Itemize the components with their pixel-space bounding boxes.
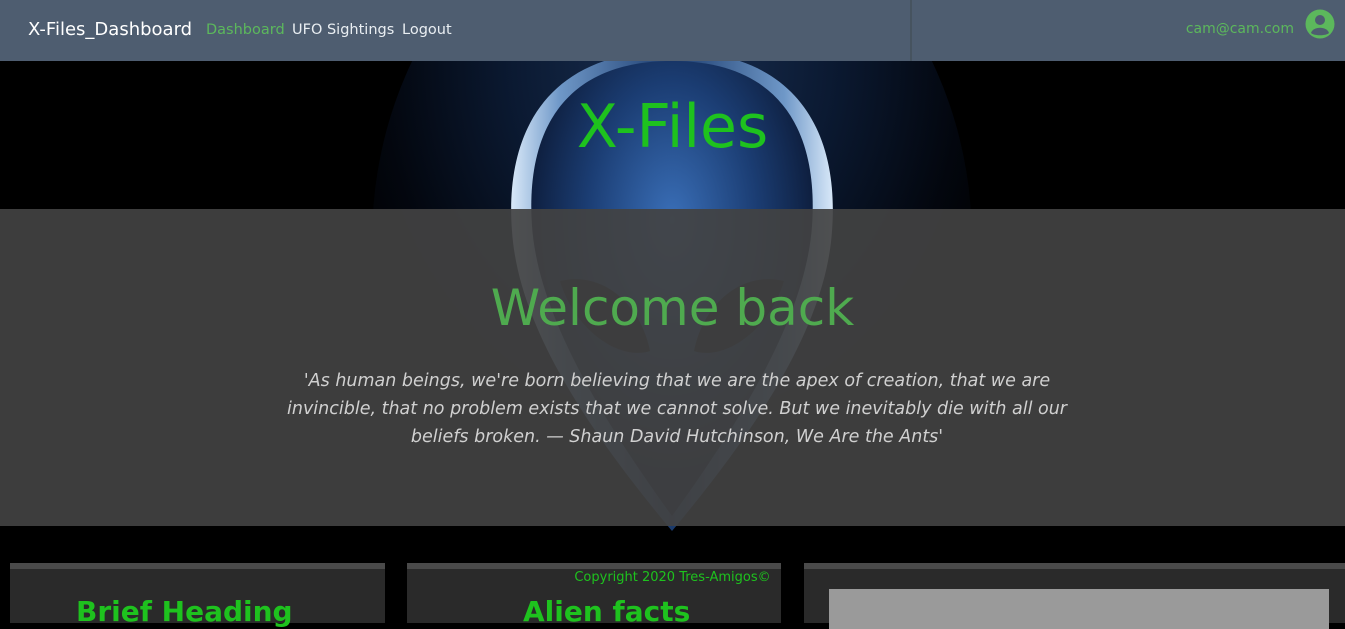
card-image xyxy=(829,589,1329,629)
welcome-title: Welcome back xyxy=(490,279,855,337)
site-title: X-Files xyxy=(576,92,769,162)
user-email[interactable]: cam@cam.com xyxy=(1186,21,1294,37)
nav-link-dashboard[interactable]: Dashboard xyxy=(206,22,285,38)
nav-link-logout[interactable]: Logout xyxy=(402,22,452,38)
welcome-quote: 'As human beings, we're born believing t… xyxy=(287,371,1067,447)
navbar: X-Files_Dashboard Dashboard UFO Sighting… xyxy=(0,0,1345,61)
card-heading: Alien facts xyxy=(523,595,691,628)
brand-link[interactable]: X-Files_Dashboard xyxy=(28,19,192,40)
nav-link-ufo-sightings[interactable]: UFO Sightings xyxy=(292,22,394,38)
user-circle-icon[interactable] xyxy=(1305,9,1335,39)
navbar-divider xyxy=(910,0,912,61)
card-heading: Brief Heading xyxy=(76,595,293,628)
footer-copyright: Copyright 2020 Tres-Amigos© xyxy=(574,570,771,585)
